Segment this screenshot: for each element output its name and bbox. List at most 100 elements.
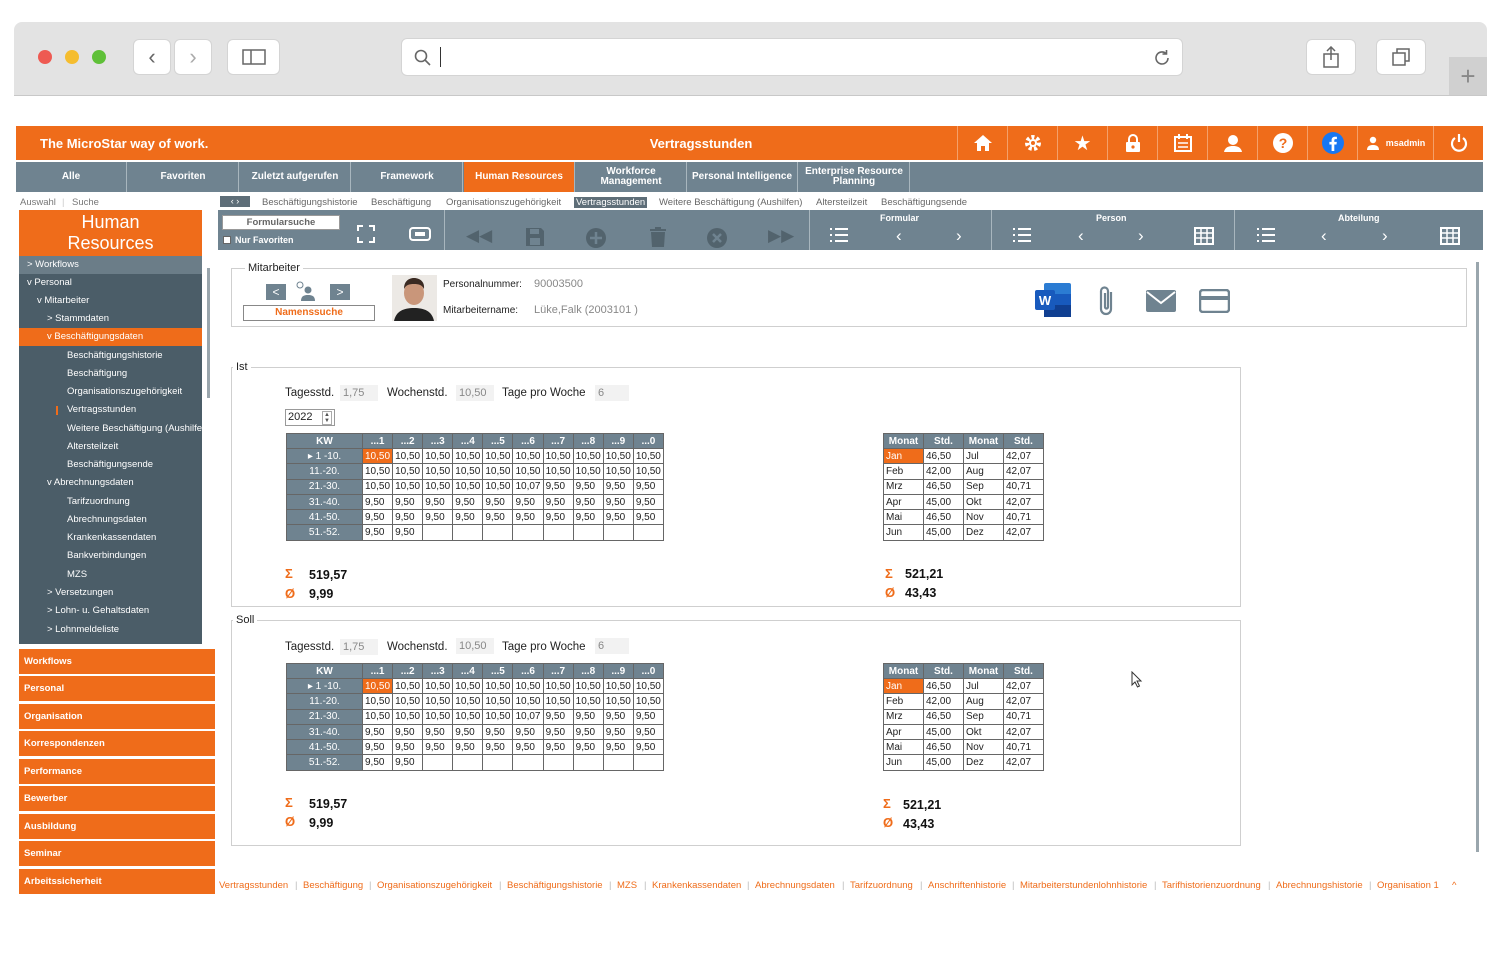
module-menu-item[interactable]: Arbeitssicherheit <box>19 869 215 894</box>
attachment-icon[interactable] <box>1096 284 1118 321</box>
auswahl-link[interactable]: Auswahl <box>20 197 56 208</box>
table-row[interactable]: Feb 42,00 Aug 42,07 <box>883 693 1044 710</box>
kw-hours-cell[interactable]: 9,50 <box>602 739 634 756</box>
mail-icon[interactable] <box>1145 289 1177 316</box>
ist-tage-value[interactable]: 6 <box>595 385 629 401</box>
user-support-icon[interactable] <box>1207 126 1257 160</box>
table-row[interactable]: Apr 45,00 Okt 42,07 <box>883 493 1044 511</box>
gear-icon[interactable] <box>1007 126 1057 160</box>
tab-personal-intelligence[interactable]: Personal Intelligence <box>687 162 798 192</box>
kw-hours-cell[interactable]: 9,50 <box>422 739 454 756</box>
kw-hours-cell[interactable]: 9,50 <box>512 739 544 756</box>
kw-hours-cell[interactable] <box>482 524 514 541</box>
table-row[interactable]: 11.-20. 10,50 10,50 10,50 10,50 10,50 10,50 10,… <box>286 463 665 480</box>
module-menu-item[interactable]: Ausbildung <box>19 814 215 839</box>
bottom-link[interactable]: Mitarbeiterstundenlohnhistorie <box>1020 880 1147 891</box>
tree-scrollbar[interactable] <box>207 268 210 398</box>
kw-hours-cell[interactable]: 10,50 <box>632 447 665 465</box>
table-row[interactable]: Jan 46,50 Jul 42,07 <box>883 447 1044 465</box>
kw-hours-cell[interactable]: 9,50 <box>542 708 574 725</box>
employee-next-button[interactable]: > <box>330 284 350 300</box>
first-record-icon[interactable]: ◀◀ <box>466 227 492 245</box>
formular-list-icon[interactable] <box>829 227 849 247</box>
kw-hours-cell[interactable]: 9,50 <box>452 509 484 526</box>
bottom-link[interactable]: Krankenkassendaten <box>652 880 741 891</box>
bottom-link[interactable]: Organisationszugehörigkeit <box>377 880 492 891</box>
kw-hours-cell[interactable]: 9,50 <box>512 493 544 511</box>
tree-item[interactable]: Beschäftigungshistorie <box>19 347 202 365</box>
cancel-icon[interactable] <box>706 227 728 253</box>
kw-hours-cell[interactable]: 10,50 <box>482 478 514 495</box>
kw-hours-cell[interactable]: 9,50 <box>542 739 574 756</box>
kw-hours-cell[interactable]: 9,50 <box>512 723 544 741</box>
table-row[interactable]: 11.-20. 10,50 10,50 10,50 10,50 10,50 10,50 10,… <box>286 693 665 710</box>
kw-hours-cell[interactable]: 9,50 <box>632 478 665 495</box>
kw-hours-cell[interactable]: 9,50 <box>452 739 484 756</box>
kw-hours-cell[interactable]: 10,50 <box>422 708 454 725</box>
kw-hours-cell[interactable]: 9,50 <box>542 723 574 741</box>
scroll-up-icon[interactable]: ^ <box>1452 880 1456 891</box>
ist-wochen-value[interactable]: 10,50 <box>456 385 494 401</box>
kw-hours-cell[interactable]: 9,50 <box>422 723 454 741</box>
kw-hours-cell[interactable]: 9,50 <box>572 509 604 526</box>
kw-hours-cell[interactable]: 10,50 <box>602 463 634 480</box>
kw-hours-cell[interactable]: 10,50 <box>452 478 484 495</box>
kw-hours-cell[interactable]: 9,50 <box>392 493 424 511</box>
star-icon[interactable]: ★ <box>1057 126 1107 160</box>
back-icon[interactable]: ‹ <box>133 39 171 75</box>
kw-hours-cell[interactable]: 10,50 <box>482 708 514 725</box>
kw-hours-cell[interactable] <box>482 754 514 771</box>
formularsuche-input[interactable]: Formularsuche <box>222 215 340 230</box>
reload-icon[interactable] <box>1152 48 1172 68</box>
kw-hours-cell[interactable]: 9,50 <box>602 478 634 495</box>
kw-hours-cell[interactable]: 9,50 <box>482 493 514 511</box>
delete-icon[interactable] <box>649 227 667 251</box>
kw-hours-cell[interactable] <box>542 754 574 771</box>
kw-hours-cell[interactable]: 9,50 <box>361 493 394 511</box>
formular-next-icon[interactable]: › <box>956 227 962 245</box>
table-row[interactable]: Mrz 46,50 Sep 40,71 <box>883 708 1044 725</box>
kw-hours-cell[interactable]: 9,50 <box>632 739 665 756</box>
soll-tage-value[interactable]: 6 <box>595 638 629 654</box>
kw-hours-cell[interactable]: 10,50 <box>542 447 574 465</box>
kw-hours-cell[interactable]: 9,50 <box>392 754 424 771</box>
person-prev-icon[interactable]: ‹ <box>1078 227 1084 245</box>
kw-hours-cell[interactable]: 10,50 <box>392 677 424 695</box>
kw-hours-cell[interactable]: 9,50 <box>452 493 484 511</box>
table-row[interactable]: Apr 45,00 Okt 42,07 <box>883 723 1044 741</box>
bottom-link[interactable]: Abrechnungsdaten <box>755 880 835 891</box>
kw-hours-cell[interactable]: 10,50 <box>602 677 634 695</box>
kw-hours-cell[interactable]: 10,50 <box>602 693 634 710</box>
tree-item[interactable]: > Lohnmeldeliste <box>19 621 202 639</box>
last-record-icon[interactable]: ▶▶ <box>768 227 794 245</box>
kw-hours-cell[interactable]: 10,50 <box>361 478 394 495</box>
tree-item[interactable]: > Versetzungen <box>19 584 202 602</box>
tree-item[interactable]: Bankverbindungen <box>19 547 202 565</box>
table-row[interactable]: 31.-40. 9,50 9,50 9,50 9,50 9,50 9,50 9,50 9,50 9… <box>286 493 665 511</box>
table-row[interactable]: Jan 46,50 Jul 42,07 <box>883 677 1044 695</box>
kw-hours-cell[interactable]: 10,50 <box>572 447 604 465</box>
kw-hours-cell[interactable]: 10,50 <box>542 693 574 710</box>
bottom-link[interactable]: Abrechnungshistorie <box>1276 880 1363 891</box>
user-menu[interactable]: msadmin <box>1357 126 1433 160</box>
content-scrollbar[interactable] <box>1476 262 1479 852</box>
table-row[interactable]: Jun 45,00 Dez 42,07 <box>883 754 1044 771</box>
table-row[interactable]: Mai 46,50 Nov 40,71 <box>883 739 1044 756</box>
breadcrumb-nav-arrows[interactable]: ‹ › <box>220 196 250 207</box>
bottom-link[interactable]: Beschäftigungshistorie <box>507 880 603 891</box>
kw-hours-cell[interactable]: 10,50 <box>422 693 454 710</box>
kw-hours-cell[interactable]: 10,50 <box>482 463 514 480</box>
tab-framework[interactable]: Framework <box>352 162 463 192</box>
kw-hours-cell[interactable]: 10,50 <box>572 677 604 695</box>
kw-hours-cell[interactable]: 10,50 <box>482 693 514 710</box>
share-icon[interactable] <box>1306 39 1356 75</box>
kw-hours-cell[interactable] <box>602 754 634 771</box>
bottom-link[interactable]: MZS <box>617 880 637 891</box>
kw-hours-cell[interactable]: 10,50 <box>422 677 454 695</box>
bottom-link[interactable]: Anschriftenhistorie <box>928 880 1006 891</box>
table-row[interactable]: Mai 46,50 Nov 40,71 <box>883 509 1044 526</box>
kw-hours-cell[interactable]: 10,50 <box>482 447 514 465</box>
lock-icon[interactable] <box>1107 126 1157 160</box>
kw-hours-cell[interactable]: 10,50 <box>482 677 514 695</box>
help-icon[interactable]: ? <box>1257 126 1307 160</box>
